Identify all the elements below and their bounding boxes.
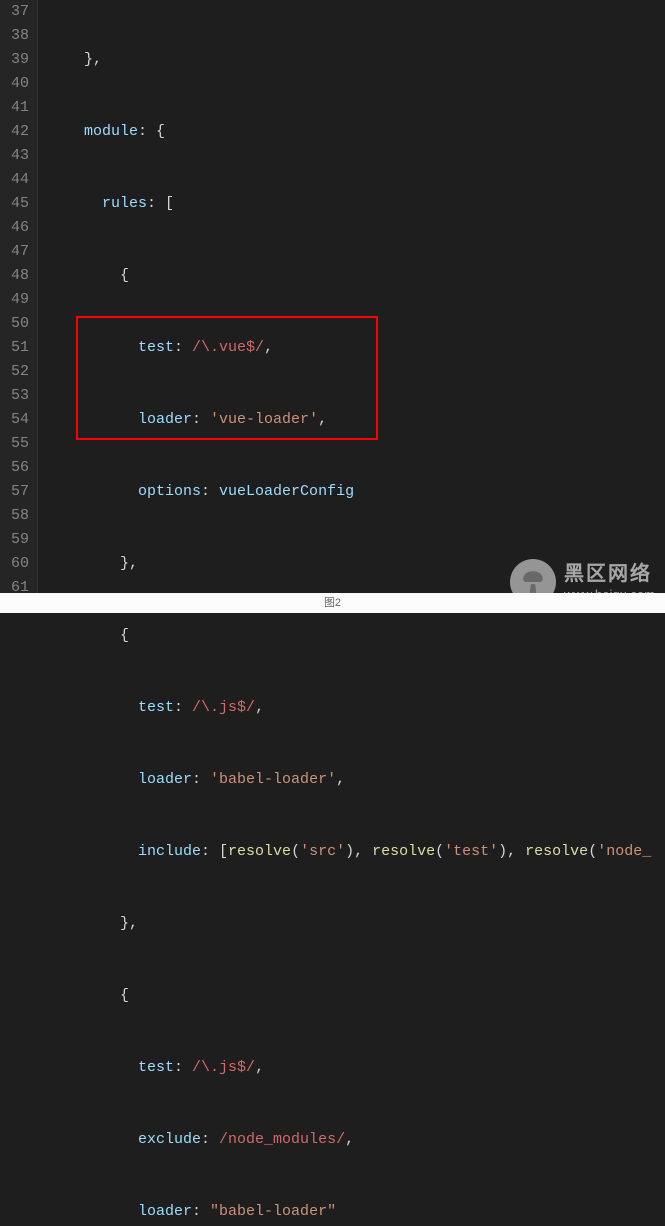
line-number: 55	[4, 432, 29, 456]
code-line: test: /\.vue$/,	[48, 336, 651, 360]
line-number: 53	[4, 384, 29, 408]
line-number: 59	[4, 528, 29, 552]
line-number-gutter: 3738394041424344454647484950515253545556…	[0, 0, 38, 613]
code-line: {	[48, 264, 651, 288]
line-number: 47	[4, 240, 29, 264]
line-number: 45	[4, 192, 29, 216]
line-number: 48	[4, 264, 29, 288]
code-line: test: /\.js$/,	[48, 696, 651, 720]
code-line: },	[48, 48, 651, 72]
line-number: 37	[4, 0, 29, 24]
line-number: 39	[4, 48, 29, 72]
line-number: 50	[4, 312, 29, 336]
code-line: exclude: /node_modules/,	[48, 1128, 651, 1152]
line-number: 40	[4, 72, 29, 96]
line-number: 58	[4, 504, 29, 528]
line-number: 60	[4, 552, 29, 576]
code-line: options: vueLoaderConfig	[48, 480, 651, 504]
code-line: rules: [	[48, 192, 651, 216]
line-number: 51	[4, 336, 29, 360]
figure-caption: 图2	[0, 593, 665, 613]
code-line: loader: "babel-loader"	[48, 1200, 651, 1224]
line-number: 44	[4, 168, 29, 192]
code-line: },	[48, 552, 651, 576]
code-area[interactable]: }, module: { rules: [ { test: /\.vue$/, …	[38, 0, 651, 613]
code-line: include: [resolve('src'), resolve('test'…	[48, 840, 651, 864]
code-editor[interactable]: 3738394041424344454647484950515253545556…	[0, 0, 665, 613]
line-number: 42	[4, 120, 29, 144]
code-line: test: /\.js$/,	[48, 1056, 651, 1080]
code-line: {	[48, 984, 651, 1008]
line-number: 46	[4, 216, 29, 240]
line-number: 41	[4, 96, 29, 120]
line-number: 56	[4, 456, 29, 480]
line-number: 52	[4, 360, 29, 384]
code-line: },	[48, 912, 651, 936]
line-number: 54	[4, 408, 29, 432]
line-number: 49	[4, 288, 29, 312]
code-line: module: {	[48, 120, 651, 144]
line-number: 43	[4, 144, 29, 168]
line-number: 38	[4, 24, 29, 48]
code-line: loader: 'vue-loader',	[48, 408, 651, 432]
code-line: {	[48, 624, 651, 648]
line-number: 57	[4, 480, 29, 504]
code-line: loader: 'babel-loader',	[48, 768, 651, 792]
